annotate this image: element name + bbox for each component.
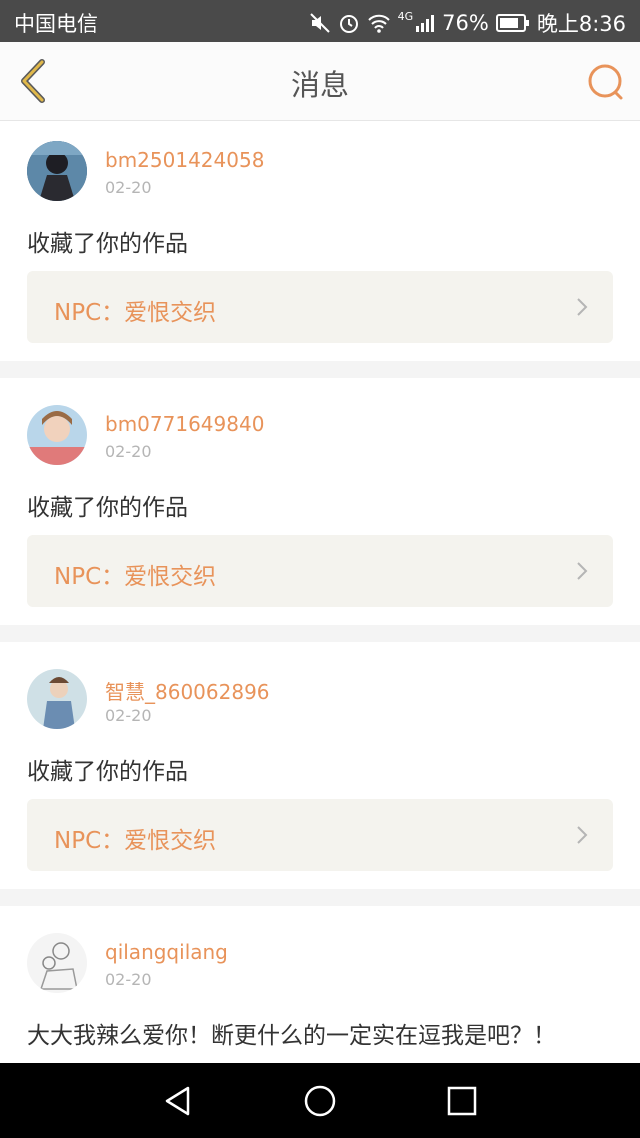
triangle-back-icon (165, 1086, 190, 1116)
avatar[interactable] (27, 405, 87, 465)
status-icons: 4G 76% 晚上8:36 (309, 8, 626, 38)
username[interactable]: qilangqilang (105, 940, 228, 964)
page-title: 消息 (290, 68, 349, 102)
message-date: 02-20 (105, 706, 152, 725)
circle-home-icon (304, 1085, 336, 1117)
system-nav-bar (0, 1063, 640, 1138)
message-text: 收藏了你的作品 (27, 231, 188, 257)
work-title: NPC：爱恨交织 (54, 828, 217, 854)
message-item: bm0771649840 02-20 收藏了你的作品 NPC：爱恨交织 (0, 378, 640, 625)
alarm-icon (338, 12, 360, 34)
message-item: qilangqilang 02-20 大大我辣么爱你！断更什么的一定实在逗我是吧… (0, 906, 640, 1063)
nav-home-button[interactable] (302, 1083, 338, 1119)
username[interactable]: bm0771649840 (105, 412, 264, 436)
search-button[interactable] (586, 62, 626, 102)
network-label: 4G (397, 9, 414, 23)
chevron-right-icon (577, 562, 588, 580)
chevron-right-icon (577, 298, 588, 316)
nav-back-button[interactable] (160, 1083, 196, 1119)
nav-bar: 消息 (0, 42, 640, 121)
chevron-right-icon (577, 826, 588, 844)
username[interactable]: bm2501424058 (105, 148, 264, 172)
message-list[interactable]: bm2501424058 02-20 收藏了你的作品 NPC：爱恨交织 bm07… (0, 121, 640, 1063)
signal-icon: 4G (398, 10, 436, 32)
message-date: 02-20 (105, 970, 152, 989)
message-text: 大大我辣么爱你！断更什么的一定实在逗我是吧？！ (27, 1023, 556, 1049)
wifi-icon (367, 13, 391, 33)
battery-percent: 76% (442, 11, 489, 35)
work-title: NPC：爱恨交织 (54, 564, 217, 590)
message-item: 智慧_860062896 02-20 收藏了你的作品 NPC：爱恨交织 (0, 642, 640, 889)
avatar[interactable] (27, 141, 87, 201)
work-link[interactable]: NPC：爱恨交织 (27, 799, 613, 871)
status-bar: 中国电信 4G 76% 晚上8:36 (0, 0, 640, 42)
divider (0, 361, 640, 378)
nav-recents-button[interactable] (444, 1083, 480, 1119)
work-link[interactable]: NPC：爱恨交织 (27, 271, 613, 343)
mute-icon (309, 12, 331, 34)
carrier-label: 中国电信 (14, 12, 98, 36)
message-date: 02-20 (105, 442, 152, 461)
square-recents-icon (447, 1086, 477, 1116)
divider (0, 625, 640, 642)
message-item: bm2501424058 02-20 收藏了你的作品 NPC：爱恨交织 (0, 121, 640, 361)
battery-icon (495, 14, 530, 32)
avatar[interactable] (27, 933, 87, 993)
message-date: 02-20 (105, 178, 152, 197)
work-link[interactable]: NPC：爱恨交织 (27, 535, 613, 607)
message-text: 收藏了你的作品 (27, 759, 188, 785)
search-icon (588, 64, 623, 100)
message-text: 收藏了你的作品 (27, 495, 188, 521)
clock: 晚上8:36 (536, 12, 626, 36)
username[interactable]: 智慧_860062896 (105, 676, 270, 705)
work-title: NPC：爱恨交织 (54, 300, 217, 326)
avatar[interactable] (27, 669, 87, 729)
divider (0, 889, 640, 906)
